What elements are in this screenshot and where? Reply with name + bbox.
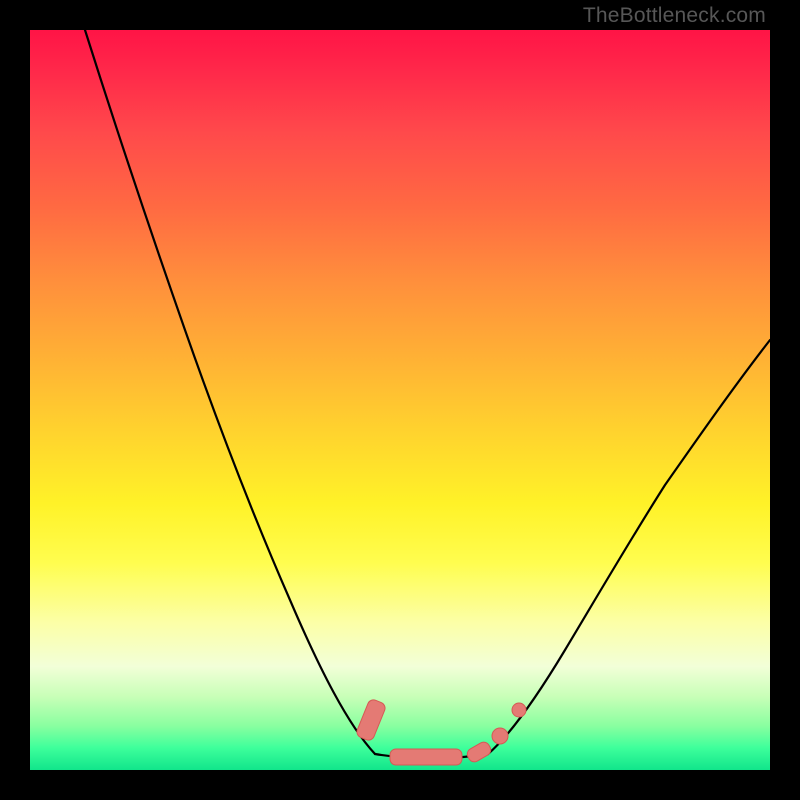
marker-capsule-right: [465, 740, 493, 764]
marker-dot-1: [492, 728, 508, 744]
right-curve: [488, 340, 770, 754]
chart-frame: TheBottleneck.com: [0, 0, 800, 800]
left-curve: [85, 30, 375, 754]
plot-area: [30, 30, 770, 770]
watermark-text: TheBottleneck.com: [583, 4, 766, 28]
marker-capsule-left: [355, 698, 387, 742]
marker-capsule-floor: [390, 749, 462, 765]
curve-svg: [30, 30, 770, 770]
marker-dot-2: [512, 703, 526, 717]
